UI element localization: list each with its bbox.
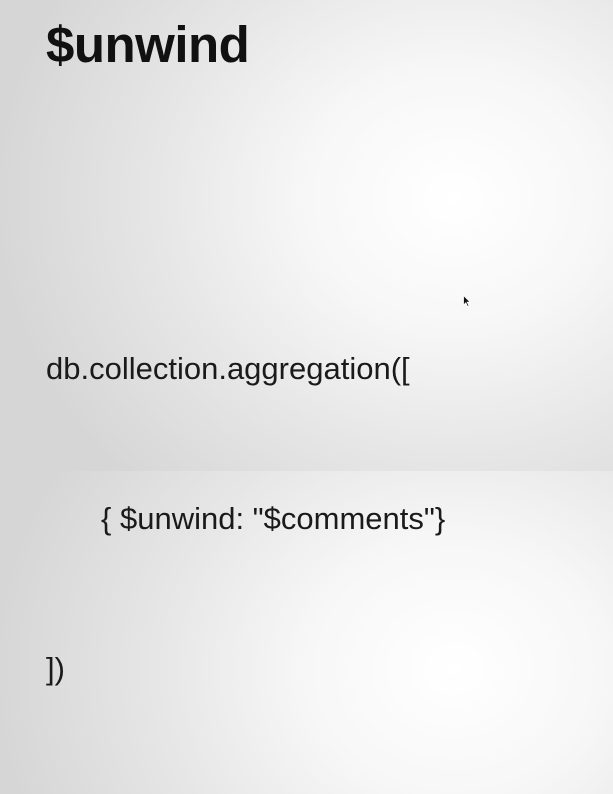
code-block: db.collection.aggregation([ { $unwind: "… [46, 244, 445, 794]
mouse-pointer-icon [463, 294, 472, 308]
code-line-unwind-stage: { $unwind: "$comments"} [101, 501, 446, 536]
code-line-closing: ]) [46, 651, 65, 686]
code-line-aggregation-call: db.collection.aggregation([ [46, 351, 410, 386]
slide-title: $unwind [46, 16, 250, 73]
